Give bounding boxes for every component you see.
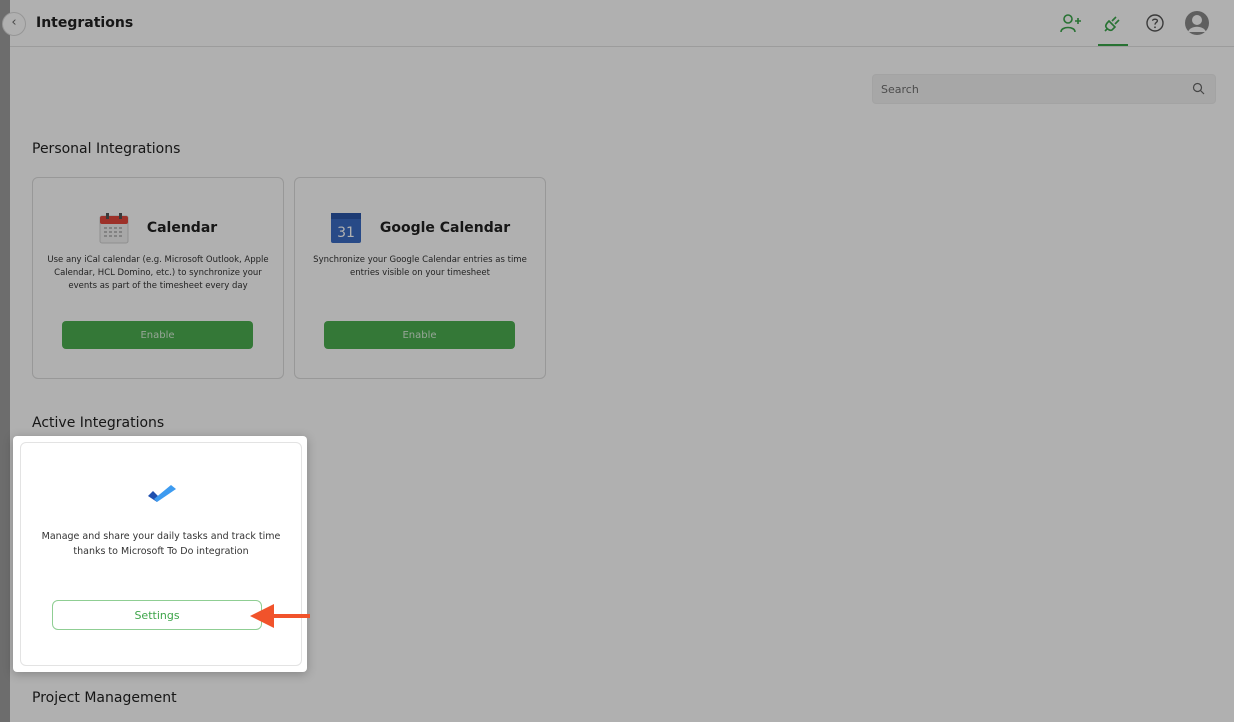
- microsoft-todo-icon: [148, 485, 176, 502]
- arrow-pointer-icon: [250, 604, 310, 628]
- card-description: Manage and share your daily tasks and tr…: [41, 531, 281, 557]
- highlighted-integration-frame: Manage and share your daily tasks and tr…: [13, 436, 307, 672]
- settings-button[interactable]: Settings: [52, 600, 262, 630]
